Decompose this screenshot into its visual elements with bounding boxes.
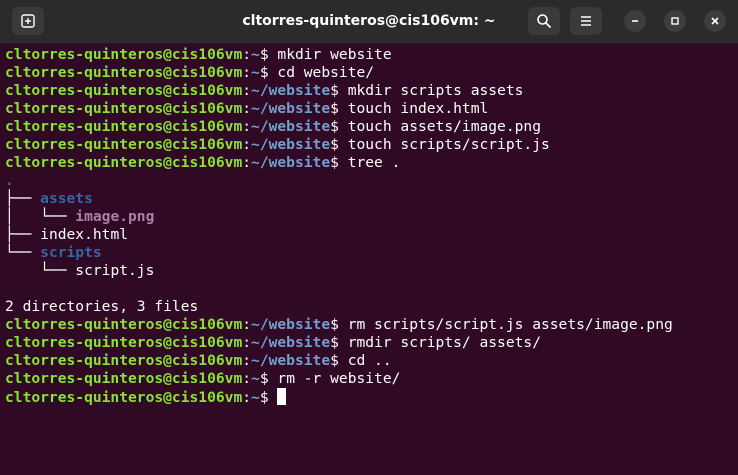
terminal-line: cltorres-quinteros@cis106vm:~/website$ c… <box>5 352 392 369</box>
prompt-path: ~/website <box>251 118 331 135</box>
prompt-path: ~/website <box>251 352 331 369</box>
prompt-path: ~/website <box>251 334 331 351</box>
maximize-button[interactable] <box>664 10 686 32</box>
prompt-user: cltorres-quinteros@cis106vm <box>5 334 243 351</box>
terminal-output[interactable]: cltorres-quinteros@cis106vm:~$ mkdir web… <box>0 44 738 475</box>
prompt-path: ~ <box>251 389 260 406</box>
prompt-path: ~/website <box>251 100 331 117</box>
prompt-path: ~/website <box>251 82 331 99</box>
prompt-user: cltorres-quinteros@cis106vm <box>5 370 243 387</box>
tree-root-name: . <box>5 172 14 189</box>
command-text: touch index.html <box>338 100 489 117</box>
terminal-line: cltorres-quinteros@cis106vm:~$ rm -r web… <box>5 370 401 387</box>
terminal-line: cltorres-quinteros@cis106vm:~$ cd websit… <box>5 64 375 81</box>
tree-file-name: script.js <box>75 262 155 279</box>
tree-file-name: image.png <box>75 208 155 225</box>
tree-branch: ├── <box>5 190 41 207</box>
terminal-window: cltorres-quinteros@cis106vm: ~ cltorres-… <box>0 0 738 475</box>
prompt-path: ~ <box>251 46 260 63</box>
tree-line: └── script.js <box>5 262 154 280</box>
title-bar[interactable]: cltorres-quinteros@cis106vm: ~ <box>0 0 738 44</box>
tree-branch: ├── <box>5 226 41 243</box>
terminal-line: cltorres-quinteros@cis106vm:~/website$ m… <box>5 82 524 99</box>
tree-line: ├── index.html <box>5 226 128 244</box>
terminal-line: cltorres-quinteros@cis106vm:~$ <box>5 388 287 406</box>
tree-line: ├── assets <box>5 190 93 208</box>
new-tab-icon <box>21 14 35 28</box>
close-button[interactable] <box>704 10 726 32</box>
command-text: mkdir website <box>268 46 392 63</box>
close-icon <box>711 17 719 25</box>
search-icon <box>537 14 551 28</box>
prompt-user: cltorres-quinteros@cis106vm <box>5 118 243 135</box>
prompt-user: cltorres-quinteros@cis106vm <box>5 389 243 406</box>
command-text: tree . <box>338 154 401 171</box>
command-text: rmdir scripts/ assets/ <box>338 334 541 351</box>
tree-branch: │ └── <box>5 208 76 225</box>
hamburger-menu-icon <box>581 16 591 26</box>
prompt-path: ~/website <box>251 154 331 171</box>
command-text: touch assets/image.png <box>338 118 541 135</box>
command-text: touch scripts/script.js <box>338 136 550 153</box>
tree-file-name: index.html <box>40 226 129 243</box>
tree-branch: └── <box>5 262 76 279</box>
command-text: rm scripts/script.js assets/image.png <box>338 316 673 333</box>
prompt-user: cltorres-quinteros@cis106vm <box>5 46 243 63</box>
prompt-user: cltorres-quinteros@cis106vm <box>5 154 243 171</box>
terminal-line: cltorres-quinteros@cis106vm:~/website$ r… <box>5 316 673 333</box>
terminal-line: cltorres-quinteros@cis106vm:~/website$ r… <box>5 334 541 351</box>
prompt-user: cltorres-quinteros@cis106vm <box>5 82 243 99</box>
tree-root: . <box>5 172 14 190</box>
prompt-user: cltorres-quinteros@cis106vm <box>5 316 243 333</box>
prompt-user: cltorres-quinteros@cis106vm <box>5 136 243 153</box>
command-text <box>269 389 278 406</box>
tree-dir-name: assets <box>40 190 93 207</box>
tree-summary: 2 directories, 3 files <box>5 298 199 315</box>
prompt-path: ~/website <box>251 136 331 153</box>
maximize-icon <box>671 17 679 25</box>
prompt-path: ~ <box>251 64 260 81</box>
search-button[interactable] <box>528 7 560 35</box>
text-cursor[interactable] <box>277 388 287 405</box>
minimize-icon <box>632 20 638 22</box>
prompt-user: cltorres-quinteros@cis106vm <box>5 100 243 117</box>
command-text: cd website/ <box>268 64 375 81</box>
terminal-line: cltorres-quinteros@cis106vm:~/website$ t… <box>5 154 401 171</box>
prompt-user: cltorres-quinteros@cis106vm <box>5 64 243 81</box>
tree-branch: └── <box>5 244 41 261</box>
prompt-path: ~ <box>251 370 260 387</box>
terminal-line: cltorres-quinteros@cis106vm:~/website$ t… <box>5 136 550 153</box>
new-tab-button[interactable] <box>12 7 44 35</box>
command-text: mkdir scripts assets <box>338 82 524 99</box>
terminal-line: cltorres-quinteros@cis106vm:~/website$ t… <box>5 100 489 117</box>
menu-button[interactable] <box>570 7 602 35</box>
tree-line: │ └── image.png <box>5 208 154 226</box>
terminal-line: cltorres-quinteros@cis106vm:~/website$ t… <box>5 118 541 135</box>
command-text: rm -r website/ <box>268 370 401 387</box>
minimize-button[interactable] <box>624 10 646 32</box>
tree-line: └── scripts <box>5 244 102 262</box>
prompt-user: cltorres-quinteros@cis106vm <box>5 352 243 369</box>
prompt-path: ~/website <box>251 316 331 333</box>
terminal-line: cltorres-quinteros@cis106vm:~$ mkdir web… <box>5 46 392 63</box>
command-text: cd .. <box>338 352 392 369</box>
tree-dir-name: scripts <box>40 244 102 261</box>
